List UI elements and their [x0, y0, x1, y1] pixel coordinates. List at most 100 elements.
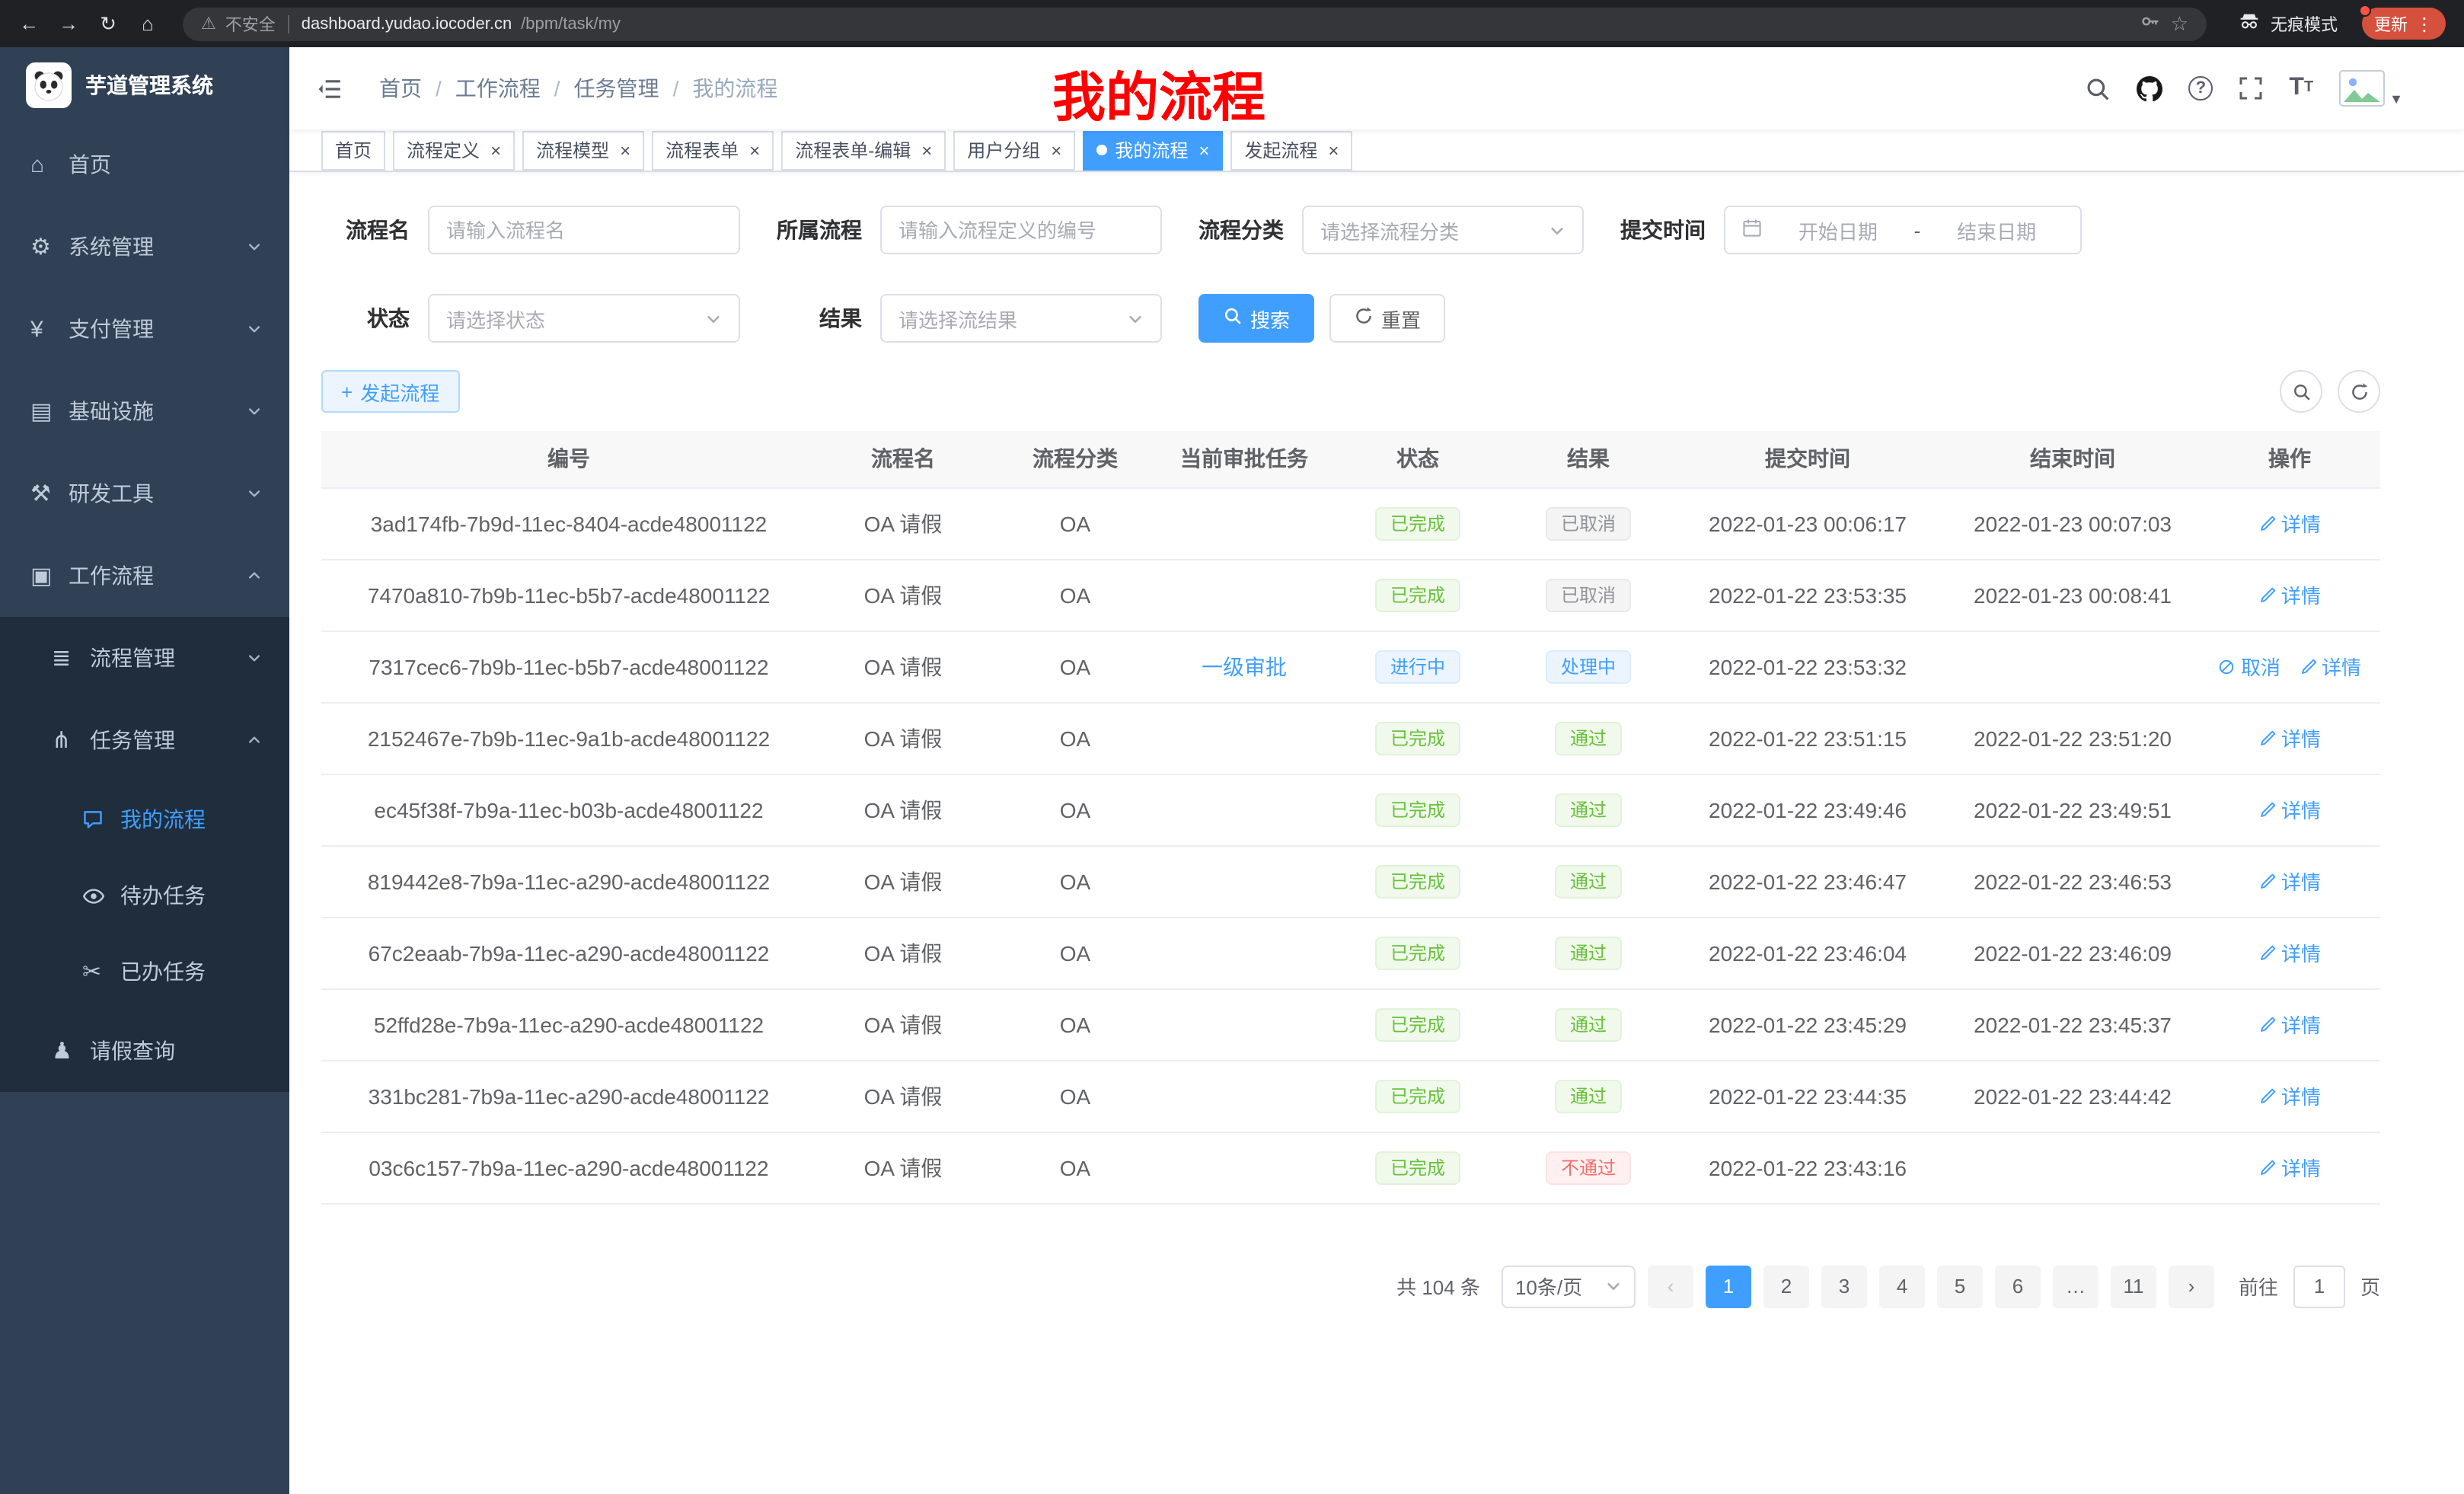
key-icon[interactable]	[2140, 11, 2162, 37]
close-icon[interactable]: ×	[1051, 139, 1061, 161]
result-select[interactable]: 请选择流结果	[880, 294, 1162, 343]
sidebar-item-devtools[interactable]: ⚒研发工具	[0, 452, 289, 535]
row-status: 已完成	[1328, 1132, 1508, 1203]
bookmark-star-icon[interactable]: ☆	[2171, 11, 2188, 36]
sidebar-item-my-process[interactable]: 我的流程	[0, 781, 289, 857]
close-icon[interactable]: ×	[1198, 139, 1209, 161]
cancel-link[interactable]: 取消	[2218, 652, 2280, 681]
page-button-3[interactable]: 3	[1821, 1265, 1867, 1307]
sidebar-item-label: 我的流程	[120, 804, 206, 835]
tab-home[interactable]: 首页	[321, 130, 385, 170]
sidebar-item-workflow[interactable]: ▣工作流程	[0, 535, 289, 617]
breadcrumb-item[interactable]: 任务管理	[574, 73, 659, 104]
tab-my-process[interactable]: 我的流程×	[1083, 130, 1223, 170]
detail-link[interactable]: 详情	[2258, 580, 2321, 609]
sidebar-item-done-task[interactable]: ✂已办任务	[0, 934, 289, 1010]
browser-home-icon[interactable]: ⌂	[131, 7, 164, 40]
sidebar-item-todo-task[interactable]: 待办任务	[0, 857, 289, 934]
result-badge: 通过	[1555, 793, 1622, 826]
breadcrumb-item[interactable]: 工作流程	[455, 73, 541, 104]
sidebar-item-payment[interactable]: ¥支付管理	[0, 288, 289, 370]
github-icon[interactable]	[2137, 75, 2162, 101]
submit-time-range-picker[interactable]: 开始日期 - 结束日期	[1724, 206, 2082, 254]
detail-link[interactable]: 详情	[2258, 1081, 2321, 1110]
close-icon[interactable]: ×	[1328, 139, 1339, 161]
prev-page-button[interactable]: ‹	[1648, 1265, 1693, 1307]
sidebar-item-leave-query[interactable]: ♟请假查询	[0, 1010, 289, 1092]
create-process-button[interactable]: + 发起流程	[321, 370, 459, 413]
current-task-link[interactable]: 一级审批	[1202, 654, 1287, 678]
detail-link[interactable]: 详情	[2299, 652, 2361, 681]
sidebar-item-system[interactable]: ⚙系统管理	[0, 206, 289, 288]
refresh-table-button[interactable]	[2338, 370, 2380, 413]
row-status: 已完成	[1328, 487, 1508, 559]
detail-link[interactable]: 详情	[2258, 723, 2321, 752]
chevron-up-icon	[247, 733, 262, 748]
detail-link[interactable]: 详情	[2258, 1010, 2321, 1039]
tab-process-form-edit[interactable]: 流程表单-编辑×	[781, 130, 946, 170]
yen-icon: ¥	[30, 316, 69, 342]
page-button-5[interactable]: 5	[1937, 1265, 1983, 1307]
category-placeholder: 请选择流程分类	[1320, 215, 1459, 244]
page-button-2[interactable]: 2	[1763, 1265, 1809, 1307]
page-button-4[interactable]: 4	[1879, 1265, 1925, 1307]
search-icon[interactable]	[2085, 75, 2111, 101]
tab-user-group[interactable]: 用户分组×	[953, 130, 1075, 170]
update-label: 更新	[2374, 11, 2408, 36]
forward-icon[interactable]: →	[52, 7, 85, 40]
close-icon[interactable]: ×	[620, 139, 630, 161]
back-icon[interactable]: ←	[12, 7, 46, 40]
close-icon[interactable]: ×	[749, 139, 760, 161]
sidebar-item-task-mgmt[interactable]: ⋔任务管理	[0, 699, 289, 781]
font-size-icon[interactable]: TT	[2289, 76, 2313, 101]
address-bar[interactable]: ⚠ 不安全 dashboard.yudao.iocoder.cn/bpm/tas…	[183, 7, 2207, 40]
detail-link[interactable]: 详情	[2258, 867, 2321, 895]
row-process-name: OA 请假	[816, 774, 990, 845]
page-button-11[interactable]: 11	[2111, 1265, 2156, 1307]
fullscreen-icon[interactable]	[2239, 76, 2263, 101]
detail-link[interactable]: 详情	[2258, 509, 2321, 538]
help-icon[interactable]: ?	[2188, 76, 2213, 101]
detail-link[interactable]: 详情	[2258, 1153, 2321, 1182]
category-select[interactable]: 请选择流程分类	[1302, 206, 1584, 254]
chevron-down-icon	[247, 486, 262, 501]
row-result: 已取消	[1508, 559, 1669, 630]
breadcrumb-item[interactable]: 首页	[379, 73, 422, 104]
row-current-task	[1160, 988, 1328, 1060]
sidebar-toggle-icon[interactable]	[289, 75, 343, 101]
reset-button[interactable]: 重置	[1329, 294, 1445, 343]
sidebar-item-process-mgmt[interactable]: ≣流程管理	[0, 617, 289, 699]
search-button[interactable]: 搜索	[1198, 294, 1314, 343]
sidebar-item-infra[interactable]: ▤基础设施	[0, 370, 289, 452]
tab-process-form[interactable]: 流程表单×	[652, 130, 774, 170]
tab-process-definition[interactable]: 流程定义×	[393, 130, 515, 170]
update-button[interactable]: 更新 ⋮	[2362, 8, 2446, 40]
row-end-time: 2022-01-22 23:44:42	[1946, 1060, 2199, 1132]
next-page-button[interactable]: ›	[2169, 1265, 2214, 1307]
result-badge: 已取消	[1546, 578, 1631, 611]
status-select[interactable]: 请选择状态	[428, 294, 740, 343]
goto-page-input[interactable]	[2293, 1265, 2345, 1307]
result-badge: 已取消	[1546, 506, 1631, 540]
process-definition-input[interactable]	[880, 206, 1162, 254]
page-size-select[interactable]: 10条/页	[1502, 1265, 1636, 1307]
menu-kebab-icon[interactable]: ⋮	[2415, 13, 2434, 34]
browser-chrome: ← → ↻ ⌂ ⚠ 不安全 dashboard.yudao.iocoder.cn…	[0, 0, 2464, 47]
page-button-6[interactable]: 6	[1995, 1265, 2041, 1307]
sidebar-item-home[interactable]: ⌂首页	[0, 123, 289, 206]
pager-ellipsis[interactable]: …	[2053, 1265, 2099, 1307]
row-submit-time: 2022-01-22 23:44:35	[1669, 1060, 1946, 1132]
tab-start-process[interactable]: 发起流程×	[1230, 130, 1352, 170]
detail-link[interactable]: 详情	[2258, 795, 2321, 824]
page-button-1[interactable]: 1	[1706, 1265, 1751, 1307]
detail-link[interactable]: 详情	[2258, 938, 2321, 967]
process-name-input[interactable]	[428, 206, 740, 254]
table-row: 331bc281-7b9a-11ec-a290-acde48001122OA 请…	[321, 1060, 2380, 1132]
tab-process-model[interactable]: 流程模型×	[522, 130, 644, 170]
reload-icon[interactable]: ↻	[91, 7, 125, 40]
toggle-search-button[interactable]	[2280, 370, 2322, 413]
row-category: OA	[990, 774, 1160, 845]
close-icon[interactable]: ×	[490, 139, 501, 161]
close-icon[interactable]: ×	[921, 139, 932, 161]
avatar[interactable]: ▼	[2339, 70, 2403, 107]
